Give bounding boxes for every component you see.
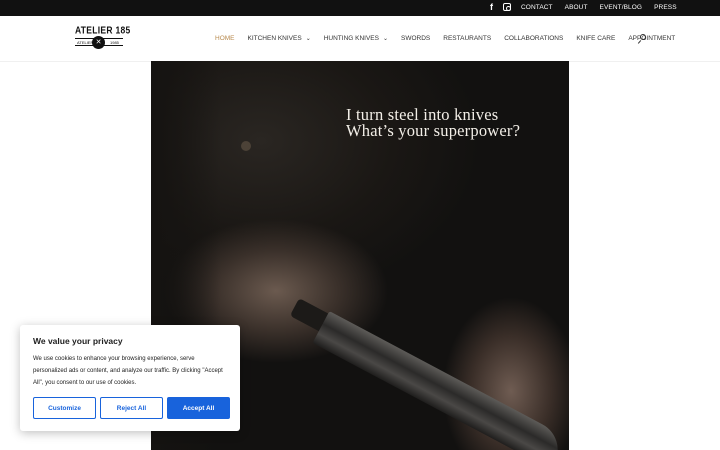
- cookie-body: We use cookies to enhance your browsing …: [33, 356, 223, 386]
- top-link-press[interactable]: PRESS: [654, 4, 677, 11]
- facebook-icon[interactable]: f: [490, 2, 493, 12]
- chevron-down-icon: ⌄: [382, 36, 389, 42]
- logo-brand-text: ATELIER 185: [75, 24, 131, 36]
- nav-item-swords[interactable]: SWORDS: [401, 35, 430, 42]
- cookie-buttons: Customize Reject All Accept All: [33, 397, 230, 419]
- customize-button[interactable]: Customize: [33, 397, 96, 419]
- top-link-contact[interactable]: CONTACT: [521, 4, 553, 11]
- crossed-knives-icon: ✕: [92, 36, 105, 49]
- search-icon[interactable]: [637, 34, 647, 44]
- top-bar: f CONTACT ABOUT EVENT/BLOG PRESS: [0, 0, 720, 16]
- nav-item-collaborations[interactable]: COLLABORATIONS: [504, 35, 563, 42]
- main-nav: HOME KITCHEN KNIVES ⌄ HUNTING KNIVES ⌄ SWO…: [215, 35, 688, 42]
- nav-item-appointment[interactable]: APPOINTMENT: [628, 35, 675, 42]
- reject-all-button[interactable]: Reject All: [100, 397, 163, 419]
- accept-all-button[interactable]: Accept All: [167, 397, 230, 419]
- site-logo[interactable]: ATELIER 185 ATELIER ✕ 1985: [75, 24, 131, 49]
- top-links: CONTACT ABOUT EVENT/BLOG PRESS: [521, 4, 689, 11]
- cookie-title: We value your privacy: [33, 336, 123, 346]
- nav-item-knife-care[interactable]: KNIFE CARE: [576, 35, 615, 42]
- instagram-icon[interactable]: [503, 3, 511, 11]
- cookie-consent-dialog: We value your privacy We use cookies to …: [20, 325, 240, 431]
- nav-item-kitchen-knives[interactable]: KITCHEN KNIVES ⌄: [248, 35, 311, 42]
- logo-left-text: ATELIER: [77, 40, 94, 45]
- hero-tagline-line2: What’s your superpower?: [346, 121, 521, 140]
- hero-tagline: I turn steel into knives What’s your sup…: [346, 106, 521, 140]
- nav-item-home[interactable]: HOME: [215, 35, 235, 42]
- nav-item-restaurants[interactable]: RESTAURANTS: [443, 35, 491, 42]
- logo-emblem: ATELIER ✕ 1985: [75, 36, 123, 49]
- chevron-down-icon: ⌄: [305, 36, 311, 42]
- logo-right-text: 1985: [110, 40, 119, 45]
- main-header: ATELIER 185 ATELIER ✕ 1985 HOME KITCHEN …: [0, 16, 720, 61]
- nav-item-hunting-knives[interactable]: HUNTING KNIVES ⌄: [324, 35, 388, 42]
- top-link-about[interactable]: ABOUT: [565, 4, 588, 11]
- top-link-event-blog[interactable]: EVENT/BLOG: [600, 4, 643, 11]
- apron-button: [241, 141, 251, 151]
